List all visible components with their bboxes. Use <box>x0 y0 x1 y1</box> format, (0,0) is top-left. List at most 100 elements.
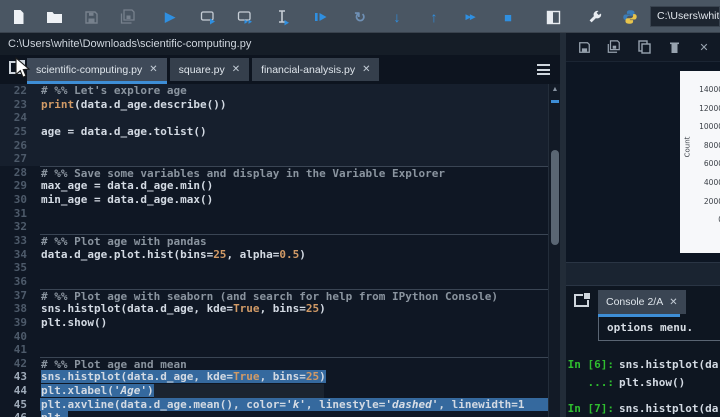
code-line[interactable]: 23 print(data.d_age.describe()) <box>0 97 548 112</box>
code-line[interactable]: 32 <box>0 220 548 234</box>
remove-plot-icon[interactable] <box>666 39 682 55</box>
tab-options-menu-icon[interactable] <box>537 64 550 75</box>
code-line[interactable]: 40 <box>0 330 548 344</box>
line-number: 30 <box>13 193 27 207</box>
line-number: 46 <box>0 411 40 417</box>
code-text: data.d_age.plot.hist(bins=25, alpha=0.5) <box>41 247 306 261</box>
console-browse-tabs-icon[interactable] <box>574 292 591 307</box>
save-all-plots-icon[interactable] <box>606 39 622 55</box>
code-line[interactable]: 39 plt.show() <box>0 316 548 330</box>
tab-close-icon[interactable]: ✕ <box>232 64 240 75</box>
code-line[interactable]: 28 # %% Save some variables and display i… <box>0 165 548 180</box>
scrollbar-up-icon[interactable]: ▲ <box>549 86 560 93</box>
console-text: plt.show() <box>619 376 686 389</box>
code-text: # %% Plot age with seaborn (and search f… <box>40 288 548 303</box>
code-line[interactable]: 26 <box>0 138 548 153</box>
code-text: plt.xlabel('Age') <box>40 384 548 398</box>
rerun-icon[interactable]: ↻ <box>350 7 370 27</box>
editor-tab-label: financial-analysis.py <box>261 63 356 76</box>
code-line[interactable]: 43 sns.histplot(data.d_age, kde=True, bin… <box>0 370 548 384</box>
y-tick-label: 12000 <box>699 103 720 113</box>
code-line[interactable]: 30 min_age = data.d_age.max() <box>0 193 548 207</box>
close-plots-icon[interactable]: ✕ <box>696 39 712 55</box>
save-plot-icon[interactable] <box>576 39 592 55</box>
code-line[interactable]: 31 <box>0 207 548 221</box>
code-line[interactable]: 36 <box>0 275 548 289</box>
ipython-console[interactable]: Console 2/A ✕ options menu. In [6]: sns.h… <box>566 286 720 417</box>
scrollbar-thumb[interactable] <box>551 150 559 245</box>
code-line[interactable]: 29 max_age = data.d_age.min() <box>0 179 548 193</box>
line-number: 34 <box>13 247 27 261</box>
save-all-icon[interactable] <box>118 7 138 27</box>
code-text: # %% Save some variables and display in … <box>40 165 548 180</box>
line-number: 29 <box>13 179 27 193</box>
code-line[interactable]: 45 plt.axvline(data.d_age.mean(), color='… <box>0 397 548 412</box>
editor-tab[interactable]: square.py ✕ <box>169 58 250 81</box>
line-number: 31 <box>13 206 27 220</box>
code-line[interactable]: 37 # %% Plot age with seaborn (and search… <box>0 288 548 303</box>
python-logo-icon[interactable] <box>620 7 640 27</box>
console-notice: options menu. <box>598 317 720 341</box>
editor-tab-label: square.py <box>178 63 225 76</box>
code-line[interactable]: 42 # %% Plot age and mean <box>0 356 548 371</box>
run-cell-icon[interactable] <box>198 7 218 27</box>
code-line[interactable]: 22 # %% Let's explore age <box>0 84 548 98</box>
code-text: plt.axvline(data.d_age.mean(), color='k'… <box>40 397 548 412</box>
code-line[interactable]: 38 sns.histplot(data.d_age, kde=True, bin… <box>0 302 548 316</box>
console-tab-close-icon[interactable]: ✕ <box>669 297 677 308</box>
right-panel: ✕ Count 14000120001000080006000400020000… <box>566 33 720 417</box>
code-line[interactable]: 44 plt.xlabel('Age') <box>0 384 548 398</box>
code-editor[interactable]: 22 # %% Let's explore age 23 print(data.d_a… <box>0 84 560 417</box>
code-text: # %% Plot age and mean <box>40 356 548 371</box>
code-text: plt. <box>40 411 548 417</box>
run-selection-icon[interactable] <box>273 7 293 27</box>
code-line[interactable]: 24 <box>0 111 548 125</box>
console-text: sns.histplot(da <box>619 358 719 371</box>
tab-close-icon[interactable]: ✕ <box>362 64 370 75</box>
copy-plot-icon[interactable] <box>636 39 652 55</box>
stop-icon[interactable]: ■ <box>498 7 518 27</box>
console-prompt: In [6]: <box>567 358 614 371</box>
step-into-icon[interactable]: ↓ <box>387 7 407 27</box>
console-tab[interactable]: Console 2/A ✕ <box>598 290 686 314</box>
histogram-figure[interactable]: Count 14000120001000080006000400020000 <box>680 71 720 253</box>
editor-tab[interactable]: scientific-computing.py ✕ <box>27 58 167 84</box>
editor-tabs: scientific-computing.py ✕ square.py ✕ financ… <box>24 58 380 84</box>
open-file-icon[interactable] <box>44 7 64 27</box>
console-text: sns.histplot(da <box>619 402 719 415</box>
code-line[interactable]: 25 age = data.d_age.tolist() <box>0 124 548 139</box>
y-tick-label: 4000 <box>703 178 720 187</box>
maximize-pane-icon[interactable] <box>543 7 563 27</box>
line-number: 27 <box>13 152 27 166</box>
code-line[interactable]: 35 <box>0 261 548 275</box>
console-tab-label: Console 2/A <box>606 296 664 308</box>
tab-close-icon[interactable]: ✕ <box>149 64 157 75</box>
new-file-icon[interactable] <box>8 7 28 27</box>
save-icon[interactable] <box>81 7 101 27</box>
run-file-icon[interactable]: ▶ <box>160 7 180 27</box>
code-line[interactable]: 34 data.d_age.plot.hist(bins=25, alpha=0.… <box>0 248 548 262</box>
run-to-line-icon[interactable] <box>310 7 330 27</box>
line-number: 37 <box>13 288 27 302</box>
code-line[interactable]: 27 <box>0 152 548 166</box>
preferences-wrench-icon[interactable] <box>585 7 605 27</box>
pane-splitter-horizontal[interactable] <box>566 262 720 286</box>
step-return-icon[interactable]: ↑ <box>424 7 444 27</box>
code-lines: 22 # %% Let's explore age 23 print(data.d_a… <box>0 84 548 417</box>
plots-toolbar: ✕ <box>566 33 720 61</box>
run-cell-advance-icon[interactable] <box>235 7 255 27</box>
code-text: # %% Let's explore age <box>41 84 187 97</box>
editor-tab[interactable]: financial-analysis.py ✕ <box>252 58 380 81</box>
editor-scrollbar[interactable]: ▲ <box>548 84 560 417</box>
line-number: 22 <box>13 84 27 97</box>
line-number: 26 <box>13 138 27 152</box>
code-line[interactable]: 41 <box>0 343 548 357</box>
code-line[interactable]: 46plt. <box>0 411 548 417</box>
line-number: 38 <box>13 302 27 316</box>
continue-icon[interactable]: ▶▶ <box>460 7 480 27</box>
working-directory-input[interactable]: C:\Users\white <box>650 6 720 27</box>
code-line[interactable]: 33 # %% Plot age with pandas <box>0 234 548 248</box>
